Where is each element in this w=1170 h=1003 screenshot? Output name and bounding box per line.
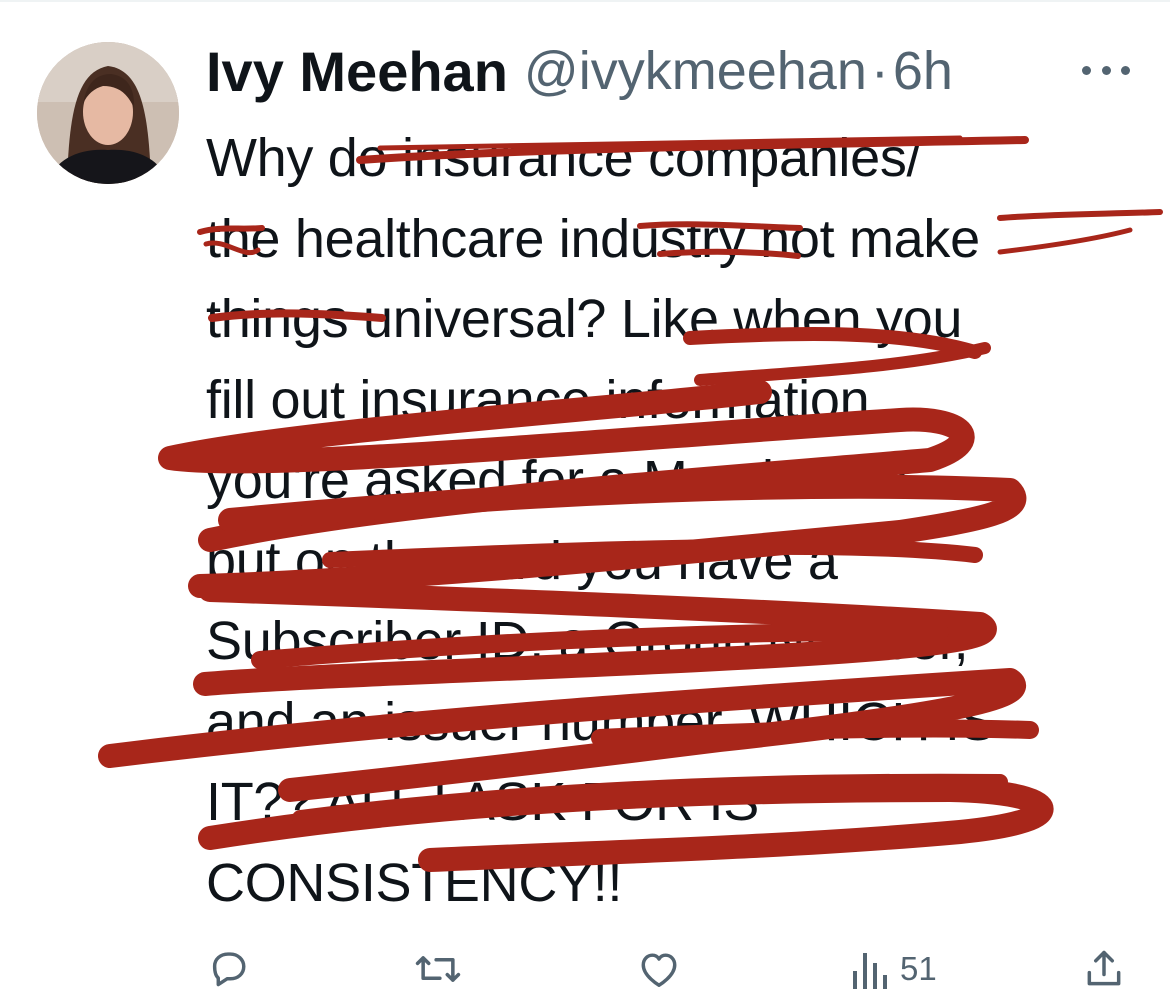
tweet-text-line: you're asked for a Member ID xyxy=(206,450,908,510)
retweet-icon xyxy=(415,956,461,982)
like-button[interactable] xyxy=(635,940,683,998)
tweet-text-line: Why do insurance companies/ xyxy=(206,128,922,188)
reply-icon xyxy=(212,952,246,987)
tweet-header: Ivy Meehan @ivykmeehan · 6h xyxy=(206,36,953,106)
views-button[interactable]: 51 xyxy=(848,940,937,998)
tweet-actions-bar: 51 xyxy=(0,940,1170,1003)
heart-icon xyxy=(641,953,677,988)
top-divider xyxy=(0,0,1170,2)
avatar-photo xyxy=(37,42,179,184)
tweet-text-line: things universal? Like when you xyxy=(206,289,963,349)
tweet-text-line: and an issuer number. WHICH IS xyxy=(206,691,996,752)
author-name[interactable]: Ivy Meehan xyxy=(206,39,508,104)
views-chart-icon xyxy=(853,953,887,989)
more-options-icon[interactable] xyxy=(1082,50,1130,90)
tweet-text-line: IT?? ALL I ASK FOR IS xyxy=(206,772,759,832)
tweet-body: Why do insurance companies/ the healthca… xyxy=(206,118,1146,923)
retweet-button[interactable] xyxy=(412,940,464,998)
reply-button[interactable] xyxy=(206,940,252,998)
share-icon xyxy=(1087,950,1121,986)
tweet-text-line: Subscriber ID, a Group Number, xyxy=(206,611,969,671)
author-handle[interactable]: @ivykmeehan xyxy=(524,40,867,102)
tweet-text-line: but on the card you have a xyxy=(206,530,838,591)
separator-dot: · xyxy=(870,41,889,101)
tweet-text-line: CONSISTENCY!! xyxy=(206,852,623,913)
timestamp[interactable]: 6h xyxy=(893,40,953,102)
tweet-text-line: fill out insurance information xyxy=(206,369,870,430)
avatar[interactable] xyxy=(37,42,179,184)
share-button[interactable] xyxy=(1082,940,1126,998)
tweet-text-line: the healthcare industry not make xyxy=(206,208,980,269)
views-count: 51 xyxy=(900,950,937,987)
